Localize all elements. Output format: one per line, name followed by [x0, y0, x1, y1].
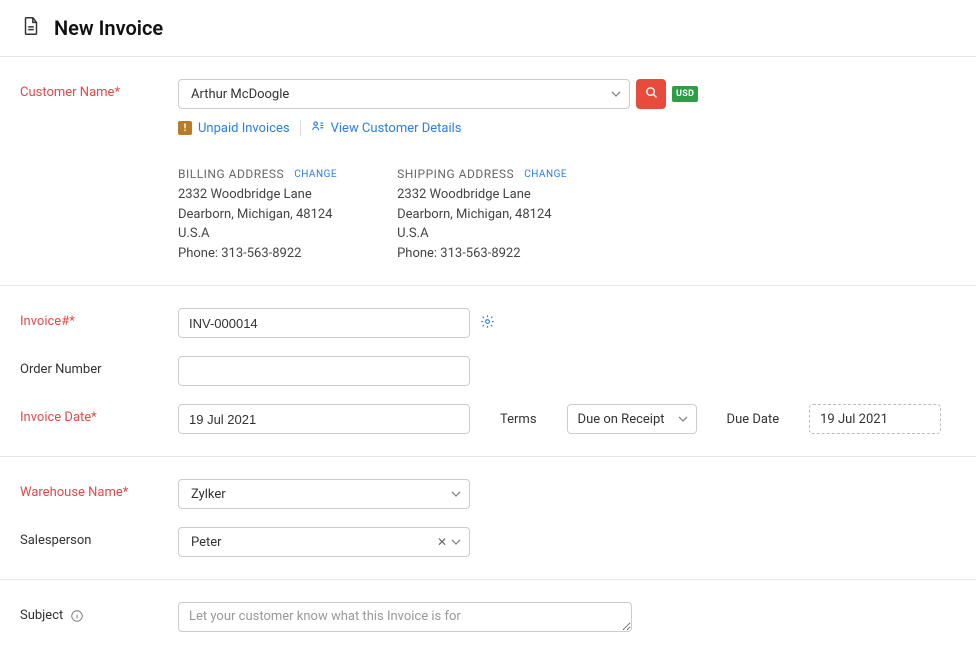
shipping-address-heading: SHIPPING ADDRESS [397, 165, 514, 183]
view-customer-details-label: View Customer Details [331, 121, 462, 136]
subject-label-text: Subject [20, 608, 63, 623]
warning-icon: ! [178, 121, 192, 135]
salesperson-value: Peter [191, 535, 222, 550]
chevron-down-icon [451, 489, 461, 499]
chevron-down-icon [678, 414, 688, 424]
invoice-details-section: Invoice#* Order Number Invoice Date* [0, 286, 976, 456]
warehouse-select[interactable]: Zylker [178, 479, 470, 509]
invoice-number-settings[interactable] [480, 314, 495, 333]
salesperson-select[interactable]: Peter ✕ [178, 527, 470, 557]
billing-line2: Dearborn, Michigan, 48124 [178, 205, 337, 225]
billing-line1: 2332 Woodbridge Lane [178, 185, 337, 205]
chevron-down-icon [451, 537, 461, 547]
warehouse-value: Zylker [191, 487, 226, 502]
shipping-phone: Phone: 313-563-8922 [397, 244, 567, 264]
document-icon [20, 15, 42, 41]
customer-section: Customer Name* Arthur McDoogle USD [0, 57, 976, 285]
billing-address-block: BILLING ADDRESS CHANGE 2332 Woodbridge L… [178, 165, 337, 263]
due-date-value: 19 Jul 2021 [820, 412, 888, 427]
billing-address-heading: BILLING ADDRESS [178, 165, 284, 183]
user-details-icon [311, 119, 325, 137]
shipping-change-link[interactable]: CHANGE [524, 167, 567, 182]
info-icon[interactable] [70, 609, 84, 623]
page-header: New Invoice [0, 0, 976, 56]
invoice-number-label: Invoice#* [20, 308, 178, 329]
order-number-input[interactable] [178, 356, 470, 386]
customer-search-button[interactable] [636, 79, 666, 109]
search-icon [644, 85, 659, 103]
customer-name-label: Customer Name* [20, 79, 178, 100]
billing-line3: U.S.A [178, 224, 337, 244]
customer-select[interactable]: Arthur McDoogle [178, 79, 630, 109]
unpaid-invoices-link[interactable]: ! Unpaid Invoices [178, 121, 290, 136]
terms-value: Due on Receipt [578, 412, 665, 427]
clear-icon[interactable]: ✕ [437, 535, 447, 549]
warehouse-label: Warehouse Name* [20, 479, 178, 500]
subject-section: Subject [0, 580, 976, 658]
customer-select-value: Arthur McDoogle [191, 87, 289, 102]
due-date-label: Due Date [723, 412, 784, 427]
subject-input[interactable] [178, 602, 632, 632]
terms-select[interactable]: Due on Receipt [567, 404, 697, 434]
view-customer-details-link[interactable]: View Customer Details [311, 119, 462, 137]
chevron-down-icon [611, 89, 621, 99]
due-date-display[interactable]: 19 Jul 2021 [809, 404, 941, 434]
unpaid-invoices-label: Unpaid Invoices [198, 121, 290, 136]
invoice-date-label: Invoice Date* [20, 404, 178, 425]
warehouse-section: Warehouse Name* Zylker Salesperson Peter… [0, 457, 976, 579]
billing-phone: Phone: 313-563-8922 [178, 244, 337, 264]
gear-icon [480, 314, 495, 333]
billing-change-link[interactable]: CHANGE [294, 167, 337, 182]
terms-label: Terms [496, 412, 541, 427]
invoice-number-input[interactable] [178, 308, 470, 338]
separator [300, 120, 301, 136]
order-number-label: Order Number [20, 356, 178, 377]
shipping-line2: Dearborn, Michigan, 48124 [397, 205, 567, 225]
currency-badge: USD [672, 86, 698, 102]
shipping-line3: U.S.A [397, 224, 567, 244]
shipping-line1: 2332 Woodbridge Lane [397, 185, 567, 205]
salesperson-label: Salesperson [20, 527, 178, 548]
shipping-address-block: SHIPPING ADDRESS CHANGE 2332 Woodbridge … [397, 165, 567, 263]
subject-label: Subject [20, 602, 178, 623]
invoice-date-input[interactable] [178, 404, 470, 434]
page-title: New Invoice [54, 16, 163, 40]
